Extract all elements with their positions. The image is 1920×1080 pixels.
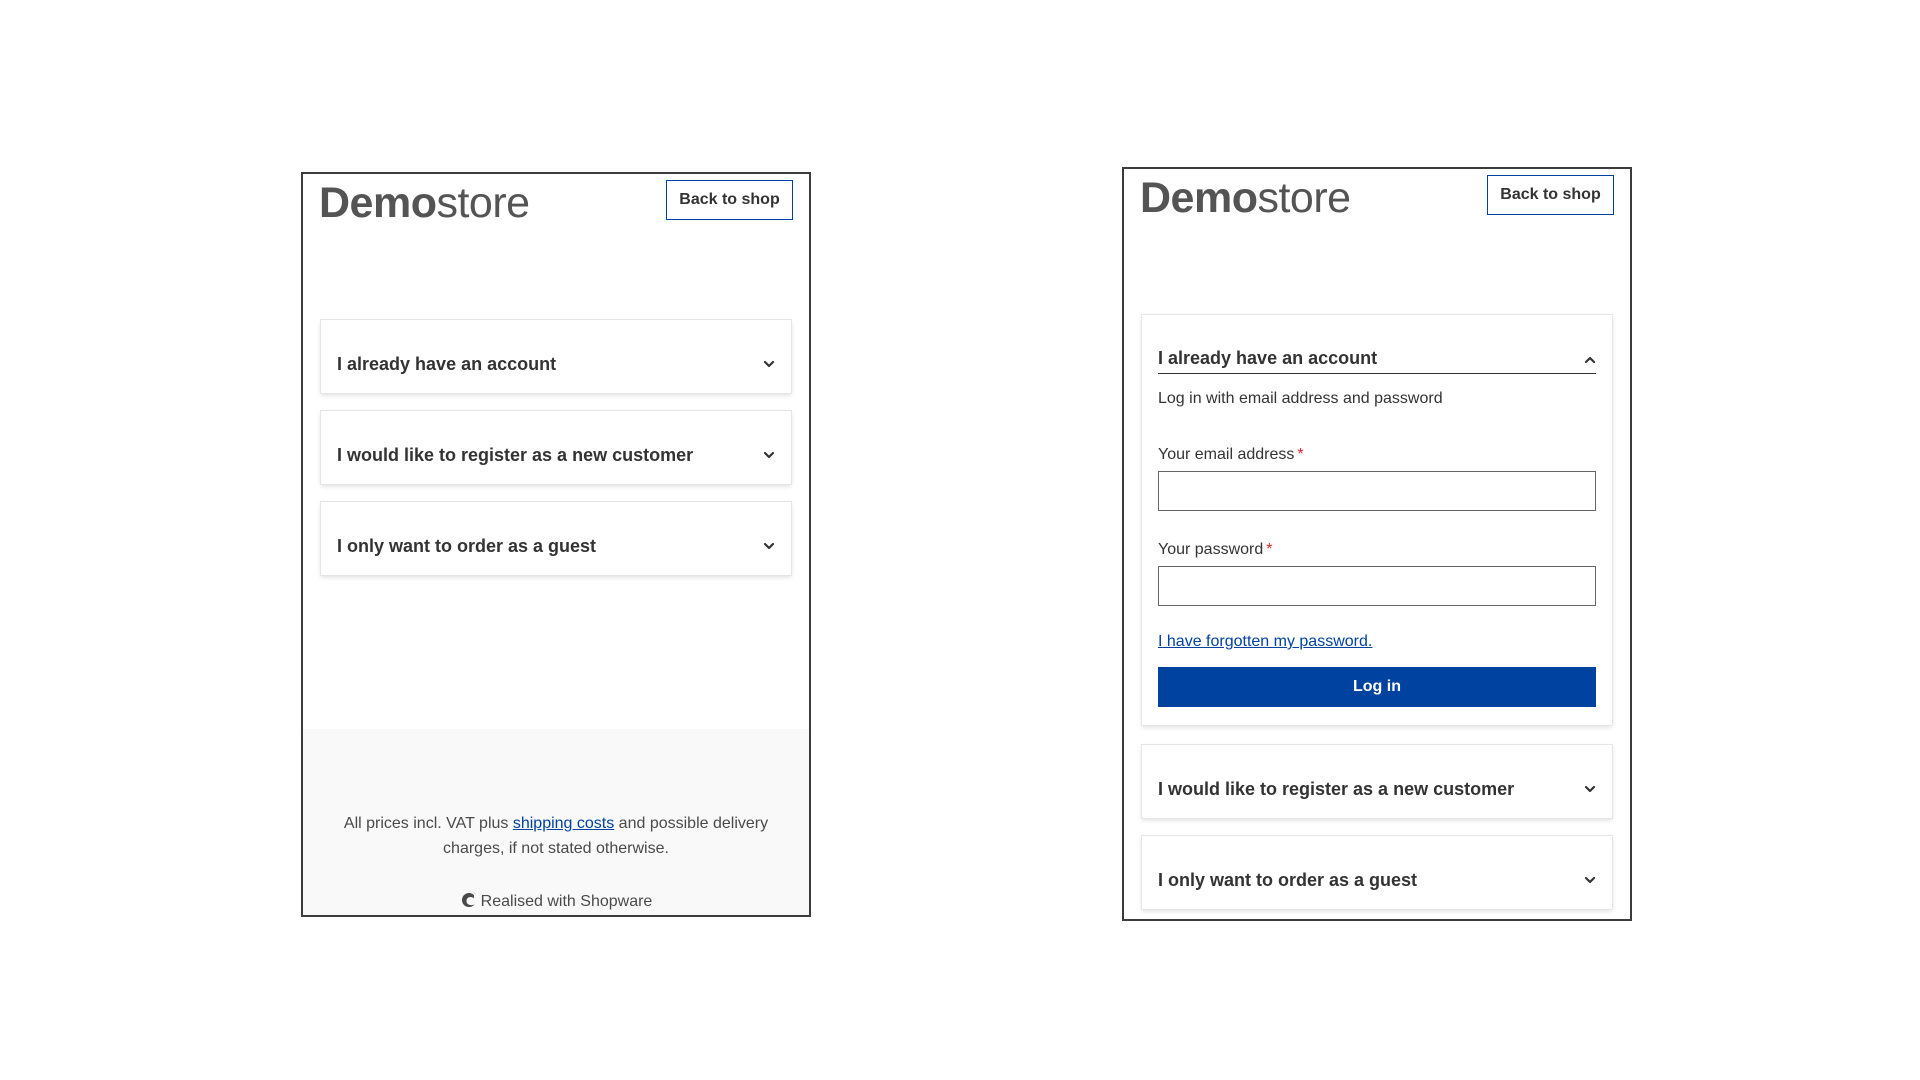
accordion-header[interactable]: I would like to register as a new custom… [337,445,775,466]
realised-with-shopware[interactable]: Realised with Shopware [303,892,809,911]
accordion-title: I already have an account [337,354,557,374]
forgot-password-link[interactable]: I have forgotten my password. [1158,633,1372,651]
accordion-title: I already have an account [1158,348,1378,368]
password-label-text: Your password [1158,541,1264,558]
demostore-logo[interactable]: Demostore [319,178,530,228]
comparison-canvas: Demostore Back to shop I already have an… [0,0,1920,1080]
logo-strong-text: Demo [1140,174,1258,222]
accordion-register[interactable]: I would like to register as a new custom… [1142,745,1612,818]
email-label: Your email address * [1158,446,1304,464]
login-button[interactable]: Log in [1158,667,1596,707]
shopware-logo-icon [461,893,475,908]
email-field[interactable] [1158,471,1596,511]
accordion-header[interactable]: I only want to order as a guest [1158,870,1596,891]
chevron-down-icon [1584,785,1596,793]
realised-text: Realised with Shopware [480,893,653,910]
chevron-up-icon [1584,356,1596,364]
accordion-title: I would like to register as a new custom… [1158,779,1515,799]
chevron-down-icon [1584,876,1596,884]
chevron-down-icon [763,360,775,368]
logo-light-text: store [1257,174,1351,222]
logo-light-text: store [436,179,530,227]
header: Demostore Back to shop [319,174,793,244]
accordion-title: I would like to register as a new custom… [337,445,694,465]
accordion-register[interactable]: I would like to register as a new custom… [321,411,791,484]
password-label: Your password * [1158,541,1272,559]
accordion-header[interactable]: I only want to order as a guest [337,536,775,557]
accordion-guest[interactable]: I only want to order as a guest [321,502,791,575]
password-field[interactable] [1158,566,1596,606]
required-asterisk: * [1297,446,1304,463]
back-to-shop-button[interactable]: Back to shop [1487,175,1614,215]
accordion-header[interactable]: I would like to register as a new custom… [1158,779,1596,800]
footer-text-before: All prices incl. VAT plus [343,815,513,832]
accordion-header[interactable]: I already have an account [337,354,775,375]
logo-strong-text: Demo [319,179,437,227]
login-subtitle: Log in with email address and password [1158,390,1443,407]
accordion-header[interactable]: I already have an account [1158,348,1596,374]
header: Demostore Back to shop [1140,169,1614,239]
shipping-costs-link[interactable]: shipping costs [513,815,614,832]
checkout-login-collapsed-screen: Demostore Back to shop I already have an… [301,172,811,917]
chevron-down-icon [763,451,775,459]
email-label-text: Your email address [1158,446,1295,463]
accordion-existing-account[interactable]: I already have an account [321,320,791,393]
back-to-shop-button[interactable]: Back to shop [666,180,793,220]
required-asterisk: * [1266,541,1273,558]
accordion-existing-account-expanded: I already have an account Log in with em… [1142,315,1612,725]
accordion-title: I only want to order as a guest [1158,870,1418,890]
checkout-login-expanded-screen: Demostore Back to shop I already have an… [1122,167,1632,921]
footer-vat-note: All prices incl. VAT plus shipping costs… [323,811,789,861]
demostore-logo[interactable]: Demostore [1140,173,1351,223]
accordion-guest[interactable]: I only want to order as a guest [1142,836,1612,909]
footer: All prices incl. VAT plus shipping costs… [303,729,809,915]
accordion-title: I only want to order as a guest [337,536,597,556]
chevron-down-icon [763,542,775,550]
